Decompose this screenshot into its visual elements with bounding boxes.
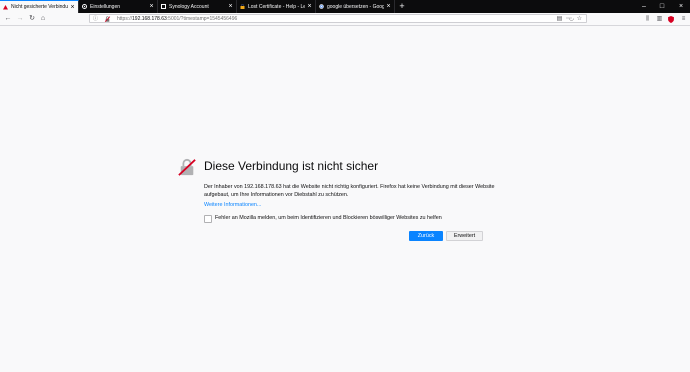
navigation-toolbar: ← → ↻ ⌂ ⓘ https://192.168.178.63:5001/?t… bbox=[0, 13, 690, 26]
close-tab-icon[interactable]: × bbox=[385, 2, 392, 11]
close-tab-icon[interactable]: × bbox=[227, 2, 234, 11]
pocket-icon[interactable]: ◡ bbox=[567, 13, 576, 25]
gear-icon bbox=[82, 4, 87, 9]
go-back-button[interactable]: Zurück bbox=[409, 231, 443, 241]
tab-lost-certificate[interactable]: Lost Certificate - Help - Let's E × bbox=[237, 0, 316, 13]
home-icon[interactable]: ⌂ bbox=[38, 13, 48, 25]
reader-view-icon[interactable]: ▤ bbox=[555, 13, 564, 25]
report-checkbox[interactable] bbox=[204, 215, 212, 223]
synology-icon bbox=[161, 4, 166, 9]
url-bar[interactable]: ⓘ https://192.168.178.63:5001/?timestamp… bbox=[89, 14, 587, 23]
tab-label: Nicht gesicherte Verbindung bbox=[11, 4, 68, 10]
close-tab-icon[interactable]: × bbox=[306, 2, 313, 11]
learn-more-link[interactable]: Weitere Informationen... bbox=[204, 202, 261, 208]
sidebar-icon[interactable]: ▥ bbox=[655, 13, 664, 25]
close-window-button[interactable]: × bbox=[674, 0, 688, 13]
reload-icon[interactable]: ↻ bbox=[27, 13, 37, 25]
letsencrypt-icon bbox=[240, 4, 245, 9]
url-text[interactable]: https://192.168.178.63:5001/?timestamp=1… bbox=[117, 15, 237, 23]
close-tab-icon[interactable]: × bbox=[69, 3, 76, 12]
new-tab-button[interactable]: + bbox=[395, 0, 409, 13]
menu-icon[interactable]: ≡ bbox=[679, 13, 688, 25]
maximize-button[interactable]: □ bbox=[655, 0, 669, 13]
info-icon[interactable]: ⓘ bbox=[93, 15, 98, 23]
bookmark-star-icon[interactable]: ☆ bbox=[577, 15, 582, 23]
url-host: 192.168.178.63 bbox=[132, 16, 167, 22]
tab-strip: Nicht gesicherte Verbindung × Einstellun… bbox=[0, 0, 690, 13]
tab-label: Lost Certificate - Help - Let's E bbox=[248, 3, 305, 10]
shield-icon[interactable] bbox=[668, 16, 674, 23]
url-protocol: https:// bbox=[117, 16, 133, 22]
minimize-button[interactable]: – bbox=[637, 0, 651, 13]
close-tab-icon[interactable]: × bbox=[148, 2, 155, 11]
insecure-lock-icon[interactable] bbox=[104, 16, 111, 22]
tab-label: google übersetzen - Google-Su bbox=[327, 3, 384, 10]
tab-label: Einstellungen bbox=[90, 3, 121, 10]
error-description: Der Inhaber von 192.168.178.63 hat die W… bbox=[204, 184, 495, 198]
back-arrow-icon[interactable]: ← bbox=[3, 13, 13, 25]
tab-settings[interactable]: Einstellungen × bbox=[79, 0, 158, 13]
error-title: Diese Verbindung ist nicht sicher bbox=[204, 159, 379, 173]
broken-lock-icon bbox=[178, 158, 196, 176]
tab-synology-account[interactable]: Synology Account × bbox=[158, 0, 237, 13]
advanced-button[interactable]: Erweitert bbox=[446, 231, 483, 241]
tab-insecure-connection[interactable]: Nicht gesicherte Verbindung × bbox=[0, 0, 79, 13]
tab-google-translate[interactable]: google übersetzen - Google-Su × bbox=[316, 0, 395, 13]
google-icon bbox=[319, 4, 324, 9]
url-path: :5001/?timestamp=1545456496 bbox=[166, 16, 238, 22]
forward-arrow-icon[interactable]: → bbox=[15, 13, 25, 25]
report-checkbox-label[interactable]: Fehler an Mozilla melden, um beim Identi… bbox=[215, 215, 442, 222]
warning-icon bbox=[3, 5, 8, 10]
tab-label: Synology Account bbox=[169, 3, 209, 10]
library-icon[interactable]: ⫼ bbox=[643, 13, 652, 25]
